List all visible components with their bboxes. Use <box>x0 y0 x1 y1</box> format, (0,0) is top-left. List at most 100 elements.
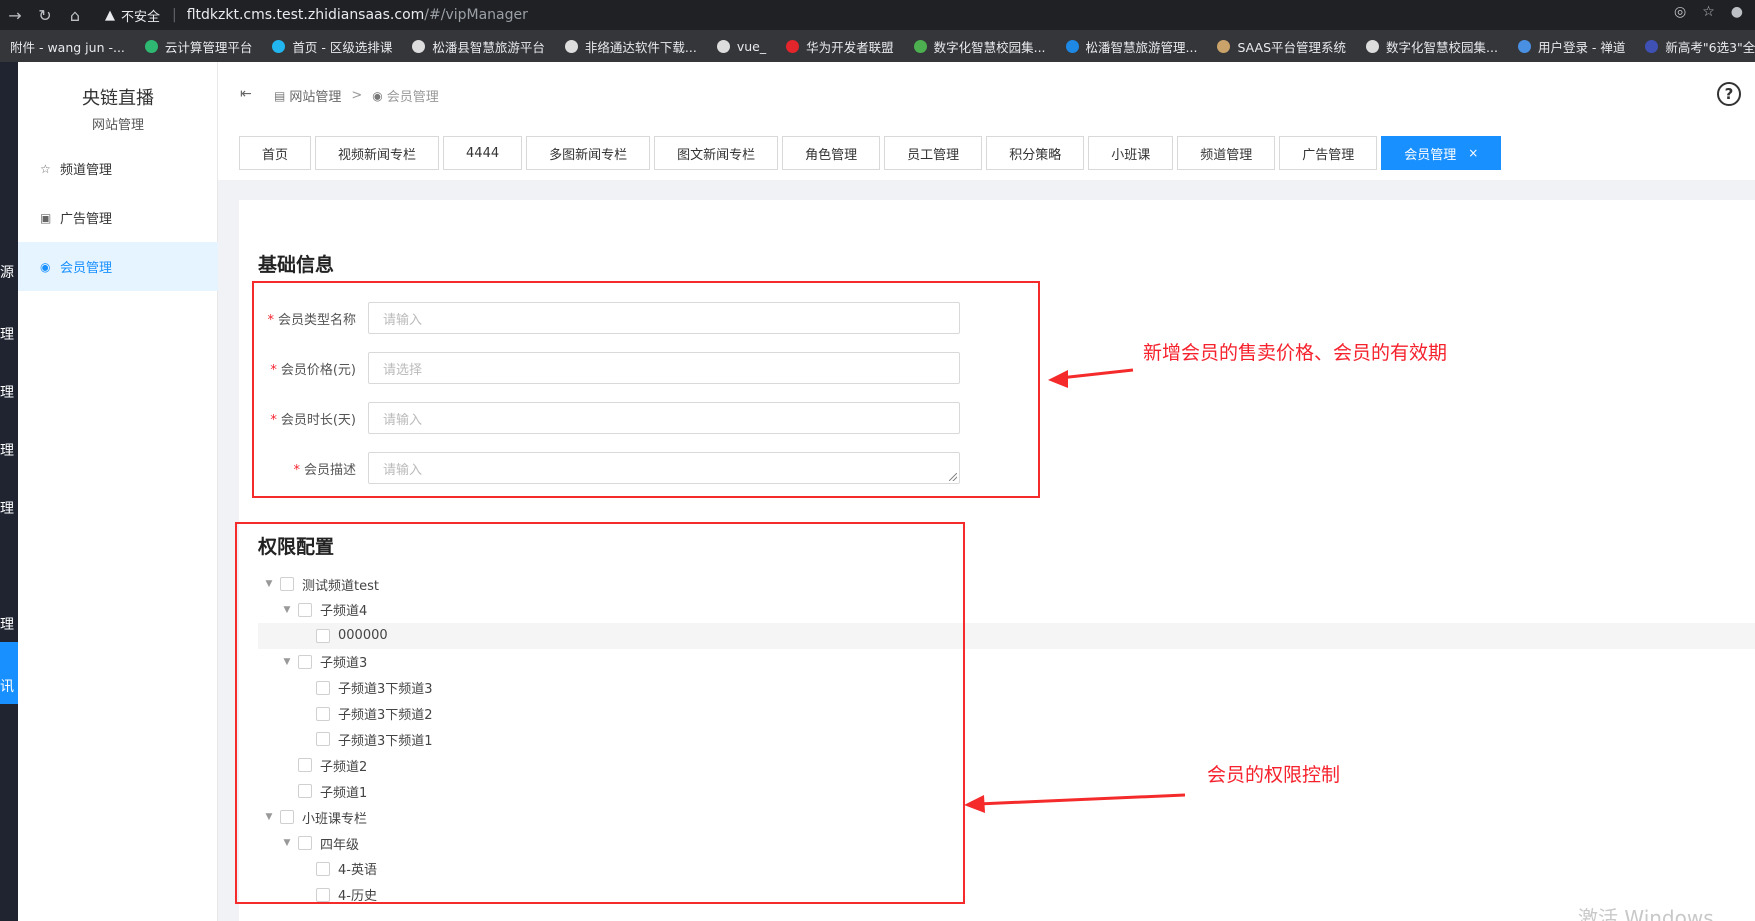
outer-nav-item[interactable]: 理 <box>0 498 18 518</box>
tab-label: 4444 <box>466 145 500 161</box>
tree-node[interactable]: ▼ 子频道3 <box>280 649 367 675</box>
tree-checkbox[interactable] <box>280 577 294 591</box>
tree-node[interactable]: 4-历史 <box>298 882 377 908</box>
tab-item[interactable]: 小班课 <box>1088 136 1174 170</box>
tree-checkbox[interactable] <box>298 654 312 669</box>
tree-checkbox[interactable] <box>298 836 312 850</box>
member-price-input[interactable]: 请选择 <box>368 352 960 384</box>
profile-icon[interactable]: ● <box>1731 4 1743 20</box>
home-icon[interactable]: ⌂ <box>62 6 88 25</box>
tree-node[interactable]: 子频道1 <box>280 778 367 804</box>
bookmark-item[interactable]: 松潘智慧旅游管理... <box>1056 37 1208 56</box>
tab-item[interactable]: 图文新闻专栏 <box>654 136 779 170</box>
tree-node[interactable]: ▼ 测试频道test <box>262 571 379 597</box>
tab-item[interactable]: 积分策略 <box>986 136 1085 170</box>
tab-item[interactable]: 多图新闻专栏 <box>526 136 651 170</box>
tab-label: 员工管理 <box>907 147 960 163</box>
bookmark-item[interactable]: 新高考"6选3"全面... <box>1635 37 1755 56</box>
insecure-label: 不安全 <box>121 9 161 25</box>
tab-item[interactable]: 视频新闻专栏 <box>315 136 440 170</box>
tree-node-label: 4-历史 <box>338 889 377 905</box>
reload-icon[interactable]: ↻ <box>32 6 58 25</box>
bookmark-item[interactable]: 云计算管理平台 <box>135 37 263 56</box>
breadcrumb-root[interactable]: 网站管理 <box>289 86 341 105</box>
outer-nav-item[interactable]: 源 <box>0 262 18 282</box>
tree-node[interactable]: ▼ 子频道4 <box>280 597 367 623</box>
tree-checkbox[interactable] <box>298 784 312 799</box>
tab-item[interactable]: 员工管理 <box>884 136 983 170</box>
tree-node[interactable]: ▼ 小班课专栏 <box>262 804 367 830</box>
eye-off-icon[interactable]: ◎ <box>1674 4 1686 20</box>
bookmark-item[interactable]: SAAS平台管理系统 <box>1207 37 1356 56</box>
annotation-permission: 会员的权限控制 <box>1207 764 1341 786</box>
caret-down-icon[interactable]: ▼ <box>280 605 294 615</box>
bookmark-item[interactable]: 首页 - 区级选排课 <box>262 37 402 56</box>
bookmark-star-icon[interactable]: ☆ <box>1702 4 1715 20</box>
tree-node[interactable]: 子频道2 <box>280 752 367 778</box>
tree-checkbox[interactable] <box>298 758 312 773</box>
tree-node-label: 子频道4 <box>320 604 368 620</box>
windows-watermark: 激活 Windows <box>1578 906 1714 921</box>
member-type-name-input[interactable]: 请输入 <box>368 302 960 334</box>
bookmark-item[interactable]: 数字化智慧校园集... <box>904 37 1056 56</box>
member-description-textarea[interactable]: 请输入 <box>368 452 960 484</box>
forward-icon[interactable]: → <box>2 6 28 25</box>
bookmark-item[interactable]: 华为开发者联盟 <box>776 37 904 56</box>
caret-down-icon[interactable]: ▼ <box>262 812 276 822</box>
member-duration-input[interactable]: 请输入 <box>368 402 960 434</box>
sidebar-item-channel[interactable]: ☆ 频道管理 <box>18 144 218 193</box>
tree-checkbox[interactable] <box>316 732 330 747</box>
close-icon[interactable]: × <box>1468 146 1478 160</box>
tab-item[interactable]: 会员管理 × <box>1381 136 1502 170</box>
caret-down-icon[interactable]: ▼ <box>280 838 294 848</box>
tab-label: 多图新闻专栏 <box>549 147 628 163</box>
tab-label: 图文新闻专栏 <box>677 147 756 163</box>
tree-checkbox[interactable] <box>316 706 330 721</box>
tree-checkbox[interactable] <box>316 680 330 695</box>
sidebar-item-ads[interactable]: ▣ 广告管理 <box>18 193 218 242</box>
outer-nav-item[interactable]: 理 <box>0 614 18 634</box>
tree-node-label: 子频道3下频道3 <box>338 682 433 698</box>
bookmark-item[interactable]: 数字化智慧校园集... <box>1356 37 1508 56</box>
outer-nav-item[interactable]: 理 <box>0 382 18 402</box>
tree-checkbox[interactable] <box>280 810 294 825</box>
help-icon[interactable]: ? <box>1717 82 1741 106</box>
tree-node[interactable]: 4-英语 <box>298 856 377 882</box>
bookmark-item[interactable]: 非络通达软件下载... <box>555 37 707 56</box>
tree-node-label: 子频道2 <box>320 759 368 775</box>
url-field[interactable]: ▲ 不安全 | fltdkzkt.cms.test.zhidiansaas.co… <box>95 2 1735 28</box>
collapse-menu-icon[interactable]: ⇤ <box>240 86 252 102</box>
outer-nav-item[interactable]: 理 <box>0 324 18 344</box>
tab-item[interactable]: 首页 <box>239 136 312 170</box>
tree-checkbox[interactable] <box>298 602 312 617</box>
caret-down-icon[interactable]: ▼ <box>262 579 276 589</box>
tree-node[interactable]: 000000 <box>258 622 1755 649</box>
breadcrumb-separator: > <box>351 88 363 103</box>
tab-label: 视频新闻专栏 <box>338 147 417 163</box>
tab-item[interactable]: 广告管理 <box>1279 136 1378 170</box>
outer-nav-item[interactable]: 讯 <box>0 676 18 696</box>
bookmark-favicon-icon <box>1366 39 1380 53</box>
form-label: * 会员价格(元) <box>270 362 356 378</box>
tab-item[interactable]: 频道管理 <box>1177 136 1276 170</box>
tab-item[interactable]: 角色管理 <box>782 136 881 170</box>
tree-node-label: 四年级 <box>320 837 360 853</box>
tree-checkbox[interactable] <box>316 628 330 643</box>
outer-nav-item[interactable]: 理 <box>0 440 18 460</box>
tree-node[interactable]: 子频道3下频道2 <box>298 701 433 727</box>
sidebar-item-member[interactable]: ◉ 会员管理 <box>18 242 218 291</box>
tab-item[interactable]: 4444 <box>443 136 523 170</box>
caret-down-icon[interactable]: ▼ <box>280 657 294 667</box>
bookmark-item[interactable]: 松潘县智慧旅游平台 <box>402 37 555 56</box>
tree-checkbox[interactable] <box>316 861 330 876</box>
bookmark-item[interactable]: 用户登录 - 禅道 <box>1508 37 1635 56</box>
tree-checkbox[interactable] <box>316 887 330 902</box>
bookmark-item[interactable]: 附件 - wang jun -... <box>0 37 135 56</box>
bookmark-item[interactable]: vue_ <box>707 39 776 54</box>
tree-node[interactable]: ▼ 四年级 <box>280 830 359 856</box>
tree-node[interactable]: 子频道3下频道3 <box>298 675 433 701</box>
bookmark-label: 数字化智慧校园集... <box>1386 39 1498 55</box>
tab-label: 首页 <box>262 147 289 163</box>
form-row-duration: * 会员时长(天) 请输入 <box>258 402 973 434</box>
tree-node[interactable]: 子频道3下频道1 <box>298 726 433 752</box>
